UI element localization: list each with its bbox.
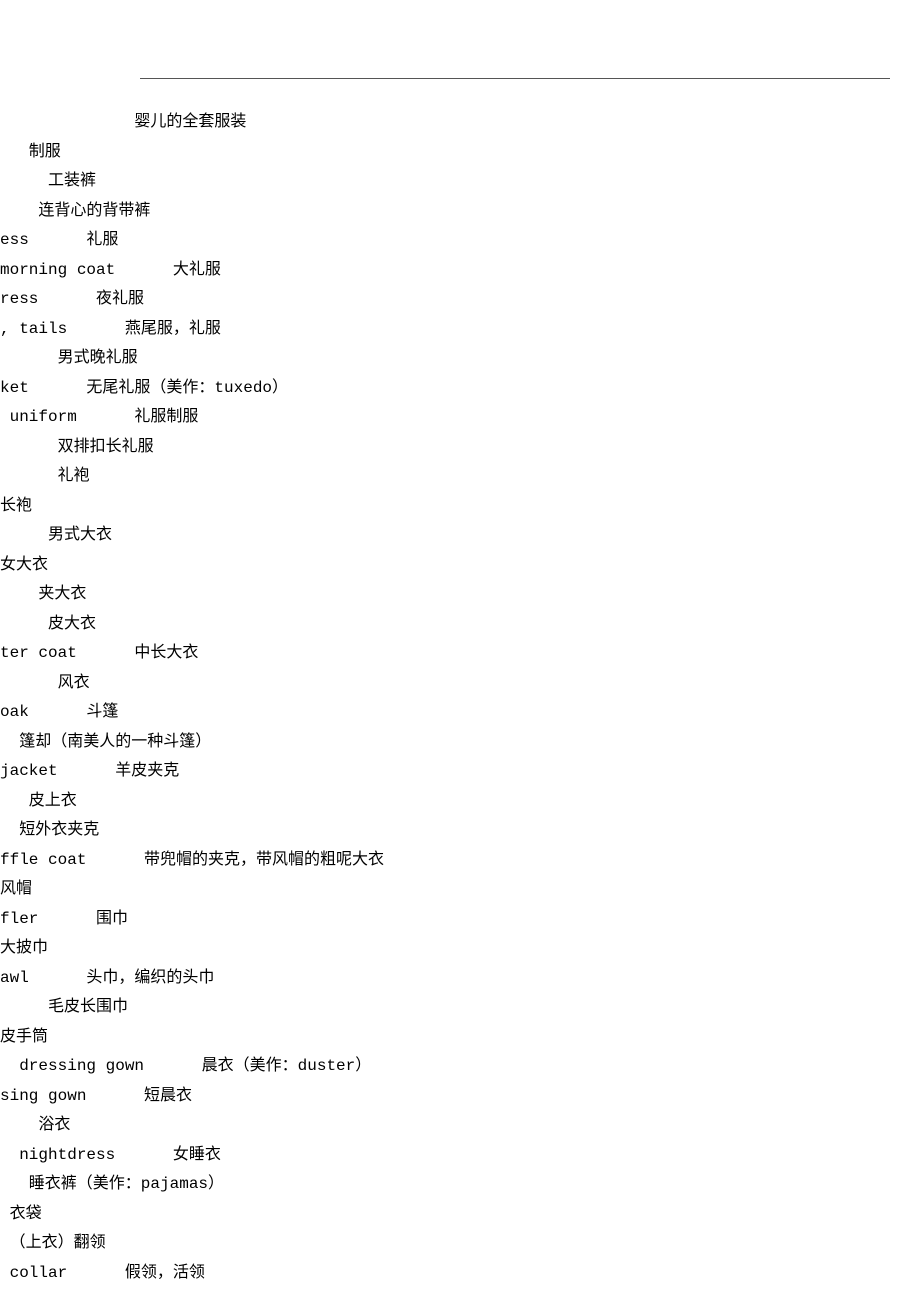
text-line: ess 礼服 [0, 226, 920, 256]
text-line: collar 假领，活领 [0, 1259, 920, 1289]
text-line: 连背心的背带裤 [0, 197, 920, 227]
text-line: 制服 [0, 138, 920, 168]
text-line: 篷却（南美人的一种斗篷） [0, 728, 920, 758]
text-line: morning coat 大礼服 [0, 256, 920, 286]
text-line: 长袍 [0, 492, 920, 522]
header-divider [140, 78, 890, 79]
text-line: 皮大衣 [0, 610, 920, 640]
text-line: 短外衣夹克 [0, 816, 920, 846]
text-line: 皮上衣 [0, 787, 920, 817]
text-line: sing gown 短晨衣 [0, 1082, 920, 1112]
text-line: 浴衣 [0, 1111, 920, 1141]
text-line: 工装裤 [0, 167, 920, 197]
text-line: 男式晚礼服 [0, 344, 920, 374]
text-line: 礼袍 [0, 462, 920, 492]
text-line: , tails 燕尾服，礼服 [0, 315, 920, 345]
text-line: ffle coat 带兜帽的夹克，带风帽的粗呢大衣 [0, 846, 920, 876]
text-line: 大披巾 [0, 934, 920, 964]
text-line: （上衣）翻领 [0, 1229, 920, 1259]
text-line: fler 围巾 [0, 905, 920, 935]
text-line: awl 头巾，编织的头巾 [0, 964, 920, 994]
text-line: 夹大衣 [0, 580, 920, 610]
text-line: oak 斗篷 [0, 698, 920, 728]
text-line: 风帽 [0, 875, 920, 905]
text-line: ket 无尾礼服（美作：tuxedo） [0, 374, 920, 404]
text-line: 双排扣长礼服 [0, 433, 920, 463]
text-line: jacket 羊皮夹克 [0, 757, 920, 787]
text-line: dressing gown 晨衣（美作：duster） [0, 1052, 920, 1082]
text-line: 风衣 [0, 669, 920, 699]
text-line: 女大衣 [0, 551, 920, 581]
text-line: 睡衣裤（美作：pajamas） [0, 1170, 920, 1200]
text-line: 皮手筒 [0, 1023, 920, 1053]
text-line: ter coat 中长大衣 [0, 639, 920, 669]
document-content: 婴儿的全套服装 制服 工装裤 连背心的背带裤 ess 礼服 morning co… [0, 108, 920, 1288]
text-line: ress 夜礼服 [0, 285, 920, 315]
text-line: nightdress 女睡衣 [0, 1141, 920, 1171]
text-line: 毛皮长围巾 [0, 993, 920, 1023]
text-line: uniform 礼服制服 [0, 403, 920, 433]
text-line: 婴儿的全套服装 [0, 108, 920, 138]
text-line: 男式大衣 [0, 521, 920, 551]
text-line: 衣袋 [0, 1200, 920, 1230]
